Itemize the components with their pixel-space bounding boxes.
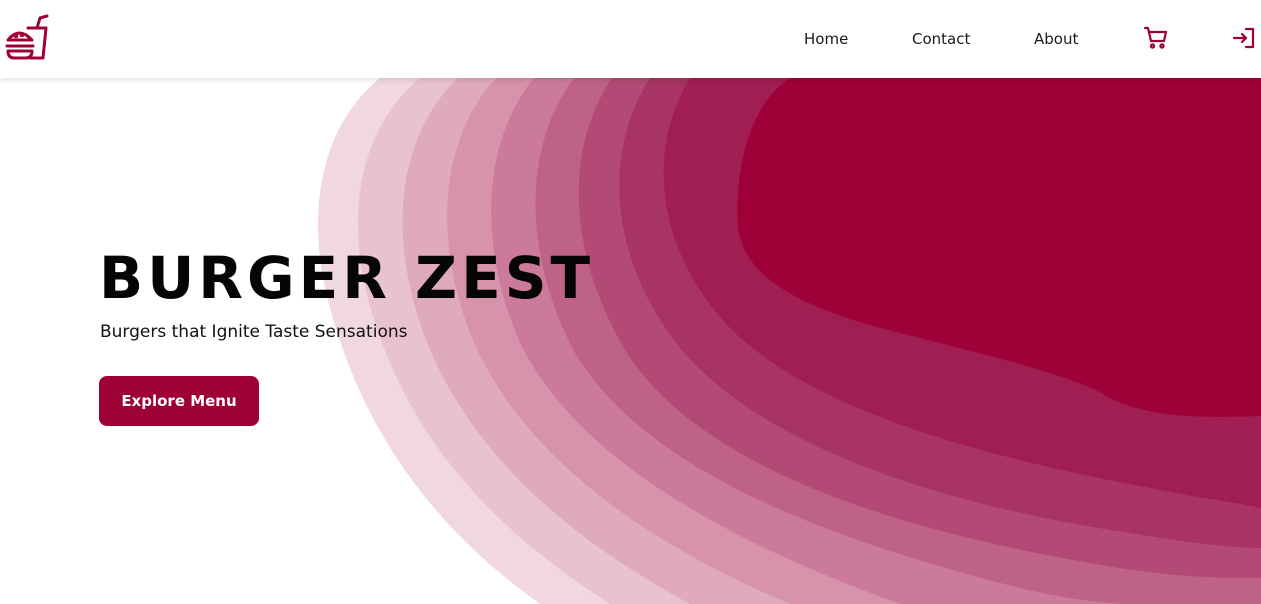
hero-subtitle: Burgers that Ignite Taste Sensations bbox=[100, 322, 408, 342]
hero-section: BURGER ZEST Burgers that Ignite Taste Se… bbox=[0, 78, 1261, 604]
explore-menu-button[interactable]: Explore Menu bbox=[99, 376, 259, 426]
burger-drink-logo-icon[interactable] bbox=[4, 14, 50, 62]
hero-title: BURGER ZEST bbox=[99, 244, 595, 312]
nav-home-link[interactable]: Home bbox=[804, 30, 848, 48]
login-icon[interactable] bbox=[1230, 24, 1258, 52]
cart-icon[interactable] bbox=[1142, 24, 1170, 52]
nav-about-link[interactable]: About bbox=[1034, 30, 1078, 48]
nav-contact-link[interactable]: Contact bbox=[912, 30, 970, 48]
navbar: Home Contact About bbox=[0, 0, 1261, 78]
